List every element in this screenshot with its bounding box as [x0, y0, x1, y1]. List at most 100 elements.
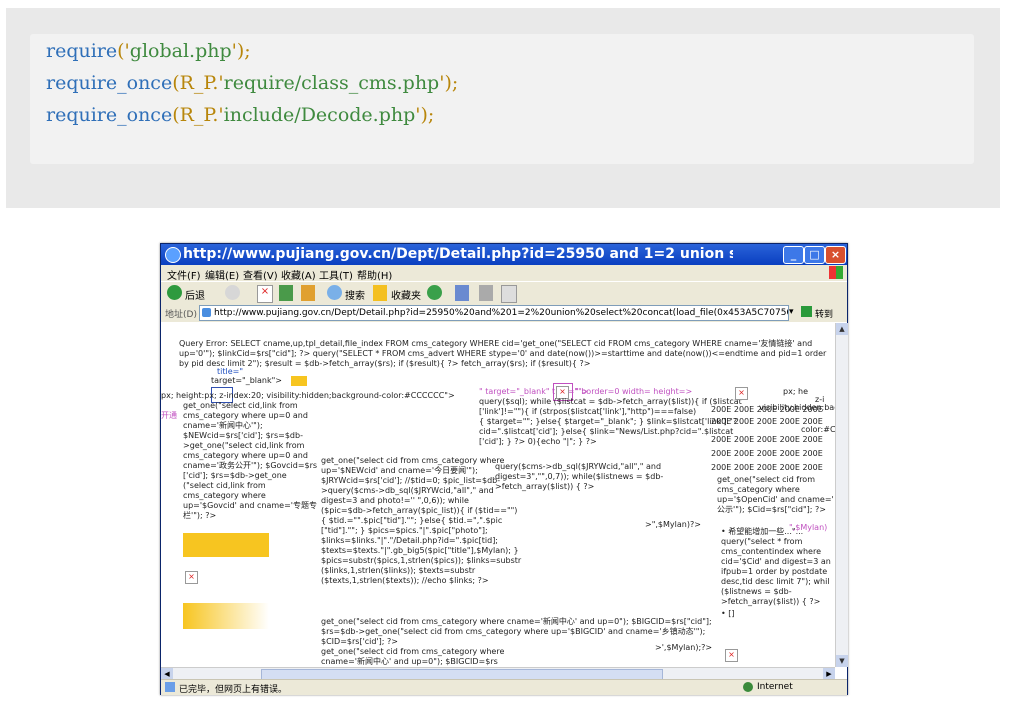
bottom-0: get_one("select cid from cms_category wh…: [321, 617, 712, 626]
menu-file[interactable]: 文件(F): [167, 267, 201, 282]
col2-7: ["tid"].""; } $pics=$pics."|".$pic["phot…: [321, 526, 488, 535]
code-line: require_once(R_P.'require/class_cms.php'…: [46, 72, 459, 94]
back-label[interactable]: 后退: [185, 287, 205, 303]
getone-col1-2: cname='新闻中心'");: [183, 421, 263, 430]
col4-2: up='$OpenCid' and cname=': [717, 495, 834, 504]
menu-tools[interactable]: 工具(T): [319, 267, 353, 282]
scroll-up-icon[interactable]: ▲: [836, 323, 848, 335]
media-icon[interactable]: [427, 285, 442, 300]
mid-query-0: query($sql); while ($listcat = $db->fetc…: [479, 397, 742, 406]
menu-help[interactable]: 帮助(H): [357, 267, 392, 282]
history-icon[interactable]: [455, 285, 469, 301]
col4b-3: cid='$Cid' and digest=3 an: [721, 557, 831, 566]
getone-col1-0: get_one("select cid,link from: [183, 401, 298, 410]
back-arrow-icon[interactable]: [167, 285, 182, 300]
stop-icon[interactable]: ×: [257, 285, 273, 303]
menu-view[interactable]: 查看(V): [243, 267, 278, 282]
broken-image-icon: ×: [725, 649, 738, 662]
code-line: require_once(R_P.'include/Decode.php');: [46, 104, 435, 126]
col3-1: digest=3","",0,7)); while($listnews = $d…: [495, 472, 664, 481]
yellow-banner-image: [291, 376, 307, 386]
col2-8: $links=$links."|"."/Detail.php?id=".$pic…: [321, 536, 499, 545]
col2-5: ($pic=$db->fetch_array($pic_list)){ if (…: [321, 506, 518, 515]
search-icon[interactable]: [327, 285, 342, 300]
visibility-text: visibility:hidden;bac: [759, 403, 835, 412]
go-button[interactable]: 转到: [815, 307, 833, 320]
title-bar: http://www.pujiang.gov.cn/Dept/Detail.ph…: [161, 244, 847, 265]
getone-col1-10: up='$Govcid' and cname='专题专: [183, 501, 317, 510]
globe-icon: [743, 682, 753, 692]
windows-logo-icon: [829, 266, 843, 279]
vertical-scrollbar[interactable]: ▲ ▼: [835, 323, 848, 667]
col2-4: digest=3 and photo!='' ",0,6)); while: [321, 496, 469, 505]
address-dropdown-icon[interactable]: ▾: [789, 307, 794, 317]
col2-6: { $tid.="".$pic["tid"].""; }else{ $tid.=…: [321, 516, 503, 525]
refresh-icon[interactable]: [279, 285, 293, 301]
col4b-4: ifpub=1 order by postdate: [721, 567, 828, 576]
favorites-star-icon[interactable]: [373, 285, 387, 301]
col4b-2: cms_contentindex where: [721, 547, 821, 556]
code-block: require('global.php'); require_once(R_P.…: [30, 34, 974, 164]
close-button[interactable]: ×: [825, 246, 846, 264]
search-label[interactable]: 搜索: [345, 287, 365, 303]
status-bar: 已完毕，但网页上有错误。 Internet: [161, 679, 847, 695]
col2-12: ($texts,1,strlen($texts)); //echo $links…: [321, 576, 489, 585]
browser-window: http://www.pujiang.gov.cn/Dept/Detail.ph…: [160, 243, 848, 695]
code-snippet-panel: require('global.php'); require_once(R_P.…: [6, 8, 1000, 208]
yellow-banner-image: [183, 533, 269, 557]
col4b-6: ($listnews = $db-: [721, 587, 792, 596]
kaitong-text: 开通: [161, 411, 177, 420]
color-text: color:#C: [801, 425, 835, 434]
go-arrow-icon[interactable]: [801, 306, 812, 317]
error-line-2: up='0'"); $linkCid=$rs["cid"]; ?> query(…: [179, 349, 827, 358]
getone-col1-11: 栏'"); ?>: [183, 511, 217, 520]
col2-1: up='$NEWcid' and cname='今日要闻'");: [321, 466, 478, 475]
mid-query-4: ['cid']; } ?> 0){echo "|"; } ?>: [479, 437, 597, 446]
getone-col1-9: cms_category where: [183, 491, 266, 500]
getone-col1-1: cms_category where up=0 and: [183, 411, 308, 420]
dates-row: 200E 200E 200E 200E 200E: [711, 435, 823, 444]
border-text: " border=0 width= height=>: [575, 387, 693, 396]
favorites-label[interactable]: 收藏夹: [391, 287, 421, 303]
getone-col1-8: ("select cid,link from: [183, 481, 266, 490]
broken-image-icon: ×: [735, 387, 748, 400]
print-icon[interactable]: [501, 285, 517, 303]
col4b-1: query("select * from: [721, 537, 803, 546]
style-text: px; height:px; z-index:20; visibility:hi…: [161, 391, 455, 400]
toolbar: 后退 × 搜索 收藏夹: [161, 281, 847, 305]
mid-query-3: cid=".$listcat['cid']; }else{ $link="New…: [479, 427, 734, 436]
home-icon[interactable]: [301, 285, 315, 301]
menu-edit[interactable]: 编辑(E): [205, 267, 239, 282]
error-line-1: Query Error: SELECT cname,up,tpl_detail,…: [179, 339, 813, 348]
error-page-icon[interactable]: [165, 682, 175, 692]
mylan-text: >",$Mylan)?>: [645, 520, 701, 529]
col4-1: cms_category where: [717, 485, 800, 494]
zone-label: Internet: [757, 682, 793, 692]
status-text: 已完毕，但网页上有错误。: [179, 685, 288, 695]
col2-9: $texts=$texts."|".gb_big5($pic["title"],…: [321, 546, 519, 555]
col4b-8: • []: [721, 609, 735, 618]
address-input[interactable]: http://www.pujiang.gov.cn/Dept/Detail.ph…: [199, 305, 789, 321]
mail-icon[interactable]: [479, 285, 493, 301]
maximize-button[interactable]: □: [804, 246, 825, 264]
target-attr-text: target="_blank">: [211, 376, 282, 385]
bottom-2: $CID=$rs['cid']; ?>: [321, 637, 398, 646]
yellow-banner-image: [183, 603, 269, 629]
menu-bar: 文件(F) 编辑(E) 查看(V) 收藏(A) 工具(T) 帮助(H): [161, 265, 847, 282]
col3-2: >fetch_array($list)) { ?>: [495, 482, 595, 491]
address-bar: 地址(D) http://www.pujiang.gov.cn/Dept/Det…: [161, 304, 847, 322]
ie-icon: [165, 247, 181, 263]
col2-10: $pics=substr($pics,1,strlen($pics)); $li…: [321, 556, 522, 565]
code-line: require('global.php');: [46, 40, 251, 62]
forward-arrow-icon[interactable]: [225, 285, 240, 300]
col4b-7: >fetch_array($list)) { ?>: [721, 597, 821, 606]
mylan-text: ",$Mylan): [789, 523, 828, 532]
col2-3: >query($cms->db_sql($JRYWcid,"all"," and: [321, 486, 494, 495]
bottom-3: get_one("select cid from cms_category wh…: [321, 647, 505, 656]
getone-col1-5: cms_category where up=0 and: [183, 451, 308, 460]
menu-favorites[interactable]: 收藏(A): [281, 267, 316, 282]
minimize-button[interactable]: _: [783, 246, 804, 264]
page-icon: [202, 308, 211, 317]
col2-0: get_one("select cid from cms_category wh…: [321, 456, 505, 465]
scroll-down-icon[interactable]: ▼: [836, 655, 848, 667]
